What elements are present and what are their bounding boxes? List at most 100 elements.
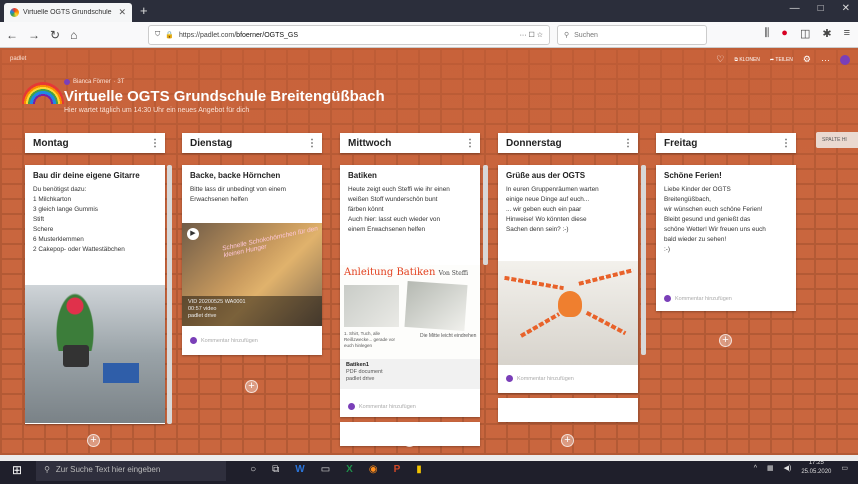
post-title: Batiken: [348, 171, 377, 180]
add-post-button[interactable]: +: [403, 434, 416, 447]
excel-icon[interactable]: X: [346, 464, 353, 475]
reload-icon[interactable]: ↻: [50, 28, 60, 42]
column-menu-icon[interactable]: ⋮: [307, 138, 317, 149]
windows-start-icon[interactable]: ⊞: [12, 463, 22, 477]
explorer-icon[interactable]: ▭: [321, 464, 330, 475]
new-tab-button[interactable]: +: [140, 3, 148, 18]
padlet-favicon-icon: [10, 8, 19, 17]
maximize-button[interactable]: □: [818, 3, 824, 14]
taskbar-search-input[interactable]: ⚲ Zur Suche Text hier eingeben: [36, 458, 227, 481]
url-text[interactable]: https://padlet.com/bfoerner/OGTS_GS: [179, 32, 515, 39]
volume-icon[interactable]: ◀): [784, 464, 792, 472]
post-card-donnerstag[interactable]: Grüße aus der OGTS In euren Gruppenräume…: [498, 165, 638, 393]
post-image[interactable]: [498, 261, 638, 365]
menu-icon[interactable]: ≡: [844, 27, 850, 40]
add-post-button[interactable]: +: [561, 434, 574, 447]
more-icon[interactable]: ···: [821, 55, 830, 65]
tray-chevron-icon[interactable]: ^: [754, 465, 757, 472]
column-menu-icon[interactable]: ⋮: [781, 138, 791, 149]
video-source: padlet drive: [188, 313, 217, 319]
cortana-icon[interactable]: ○: [250, 464, 256, 475]
powerpoint-icon[interactable]: P: [394, 464, 401, 475]
video-overlay-text: Schnelle Schokohörnchen für den kleinen …: [221, 225, 319, 260]
avatar: [664, 295, 671, 302]
comment-input[interactable]: Kommentar hinzufügen: [656, 295, 740, 302]
lock-icon[interactable]: 🔒: [165, 31, 174, 39]
forward-icon[interactable]: →: [28, 28, 40, 42]
shield-icon[interactable]: ⛉: [155, 31, 160, 39]
octopus-image: [558, 291, 582, 317]
board-author: Bianca Förner · 3T: [64, 79, 124, 85]
extensions-icon[interactable]: ✱: [822, 27, 831, 40]
post-title: Bau dir deine eigene Gitarre: [33, 171, 140, 180]
word-icon[interactable]: W: [295, 464, 304, 475]
padlet-logo[interactable]: padlet: [10, 56, 26, 62]
video-attachment[interactable]: ▶ Schnelle Schokohörnchen für den kleine…: [182, 223, 322, 326]
browser-search-input[interactable]: ⚲ Suchen: [557, 25, 707, 45]
toolbar-right: ⫼ ● ◫ ✱ ≡: [764, 27, 850, 40]
post-card-partial[interactable]: [498, 398, 638, 422]
page-title: Virtuelle OGTS Grundschule Breitengüßbac…: [64, 88, 385, 105]
column-header-freitag: Freitag ⋮: [656, 133, 796, 153]
column-scrollbar[interactable]: [483, 165, 488, 265]
clone-button[interactable]: ⧉ KLONEN: [734, 57, 760, 63]
comment-input[interactable]: Kommentar hinzufügen: [498, 375, 582, 382]
column-header-donnerstag: Donnerstag ⋮: [498, 133, 638, 153]
notification-icon[interactable]: ▭: [841, 464, 848, 472]
play-icon[interactable]: ▶: [187, 228, 199, 240]
avatar: [506, 375, 513, 382]
avatar: [348, 403, 355, 410]
heart-icon[interactable]: ♡: [716, 54, 724, 65]
tab-close-icon[interactable]: ✕: [118, 7, 126, 18]
close-window-button[interactable]: ✕: [842, 3, 850, 14]
network-icon[interactable]: ▦: [767, 464, 774, 472]
search-placeholder: Suchen: [574, 31, 598, 39]
comment-input[interactable]: Kommentar hinzufügen: [182, 337, 266, 344]
board-actions: ♡ ⧉ KLONEN ➦ TEILEN ⚙ ···: [716, 54, 850, 65]
add-post-button[interactable]: +: [87, 434, 100, 447]
share-button[interactable]: ➦ TEILEN: [770, 57, 793, 63]
file-type: PDF document: [346, 369, 383, 375]
milk-carton-image: [103, 363, 139, 383]
folder-icon[interactable]: ▮: [416, 464, 422, 475]
gear-icon[interactable]: ⚙: [803, 54, 811, 65]
rainbow-icon: [22, 82, 64, 104]
sidebar-icon[interactable]: ◫: [800, 27, 810, 40]
post-image[interactable]: [25, 285, 165, 423]
pdf-attachment[interactable]: Anleitung Batiken Von Steffi 1. Shirt, T…: [340, 265, 480, 389]
home-icon[interactable]: ⌂: [70, 28, 77, 42]
page-actions-icon[interactable]: ··· ☐ ☆: [520, 31, 543, 39]
system-clock[interactable]: 17:25 25.05.2020: [801, 459, 831, 477]
horizontal-scrollbar[interactable]: [0, 455, 858, 461]
back-icon[interactable]: ←: [6, 28, 18, 42]
add-post-button[interactable]: +: [245, 380, 258, 393]
search-icon: ⚲: [564, 32, 570, 39]
post-title: Grüße aus der OGTS: [506, 171, 586, 180]
avatar[interactable]: [840, 54, 850, 65]
browser-navbar: ← → ↻ ⌂ ⛉ 🔒 https://padlet.com/bfoerner/…: [0, 22, 858, 48]
pocket-icon[interactable]: ●: [781, 27, 788, 40]
column-scrollbar[interactable]: [167, 165, 172, 424]
comment-input[interactable]: Kommentar hinzufügen: [340, 403, 424, 410]
add-post-button[interactable]: +: [719, 334, 732, 347]
column-header-dienstag: Dienstag ⋮: [182, 133, 322, 153]
column-scrollbar[interactable]: [641, 165, 646, 355]
post-title: Schöne Ferien!: [664, 171, 722, 180]
library-icon[interactable]: ⫼: [764, 27, 769, 40]
post-card-freitag[interactable]: Schöne Ferien! Liebe Kinder der OGTS Bre…: [656, 165, 796, 311]
post-card-dienstag[interactable]: Backe, backe Hörnchen Bitte lass dir unb…: [182, 165, 322, 355]
column-menu-icon[interactable]: ⋮: [465, 138, 475, 149]
add-column-button[interactable]: SPALTE HI: [816, 132, 858, 148]
file-name: Batiken1: [346, 362, 369, 368]
browser-tab[interactable]: Virtuelle OGTS Grundschule Br ✕: [4, 3, 132, 22]
firefox-icon[interactable]: ◉: [369, 464, 378, 475]
pdf-heading: Anleitung Batiken Von Steffi: [344, 267, 469, 278]
post-card-montag[interactable]: Bau dir deine eigene Gitarre Du benötigs…: [25, 165, 165, 424]
column-menu-icon[interactable]: ⋮: [623, 138, 633, 149]
task-view-icon[interactable]: ⧉: [272, 464, 279, 475]
column-menu-icon[interactable]: ⋮: [150, 138, 160, 149]
post-card-mittwoch[interactable]: Batiken Heute zeigt euch Steffi wie ihr …: [340, 165, 480, 417]
taskbar-apps: ○ ⧉ W ▭ X ◉ P ▮: [250, 464, 422, 475]
minimize-button[interactable]: —: [790, 3, 800, 14]
url-bar[interactable]: ⛉ 🔒 https://padlet.com/bfoerner/OGTS_GS …: [148, 25, 550, 45]
